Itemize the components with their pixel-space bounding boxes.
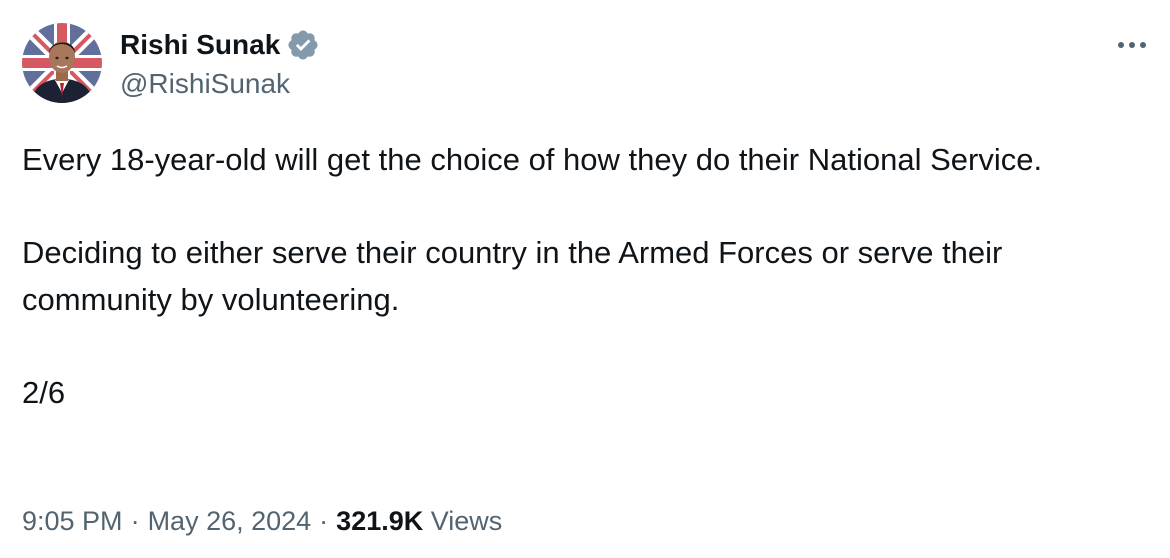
tweet-paragraph: 2/6 xyxy=(22,375,66,410)
tweet-time[interactable]: 9:05 PM xyxy=(22,506,123,536)
tweet-paragraph: Deciding to either serve their country i… xyxy=(22,235,1011,317)
verified-badge-icon xyxy=(286,28,320,62)
author-name-row: Rishi Sunak xyxy=(120,26,320,64)
tweet-date[interactable]: May 26, 2024 xyxy=(148,506,312,536)
tweet-text: Every 18-year-old will get the choice of… xyxy=(22,136,1152,416)
meta-separator: · xyxy=(319,506,329,536)
views-count: 321.9K xyxy=(336,506,424,536)
author-name[interactable]: Rishi Sunak xyxy=(120,27,280,63)
tweet-card: Rishi Sunak @RishiSunak Every 18-year-ol… xyxy=(0,0,1170,558)
tweet-meta: 9:05 PM · May 26, 2024 · 321.9K Views xyxy=(22,502,502,540)
more-horizontal-icon[interactable] xyxy=(1112,30,1152,60)
views-label: Views xyxy=(430,506,503,536)
meta-separator: · xyxy=(130,506,140,536)
author-handle[interactable]: @RishiSunak xyxy=(120,66,290,102)
avatar[interactable] xyxy=(22,23,102,103)
avatar-photo-icon xyxy=(22,23,102,103)
tweet-paragraph: Every 18-year-old will get the choice of… xyxy=(22,142,1043,177)
